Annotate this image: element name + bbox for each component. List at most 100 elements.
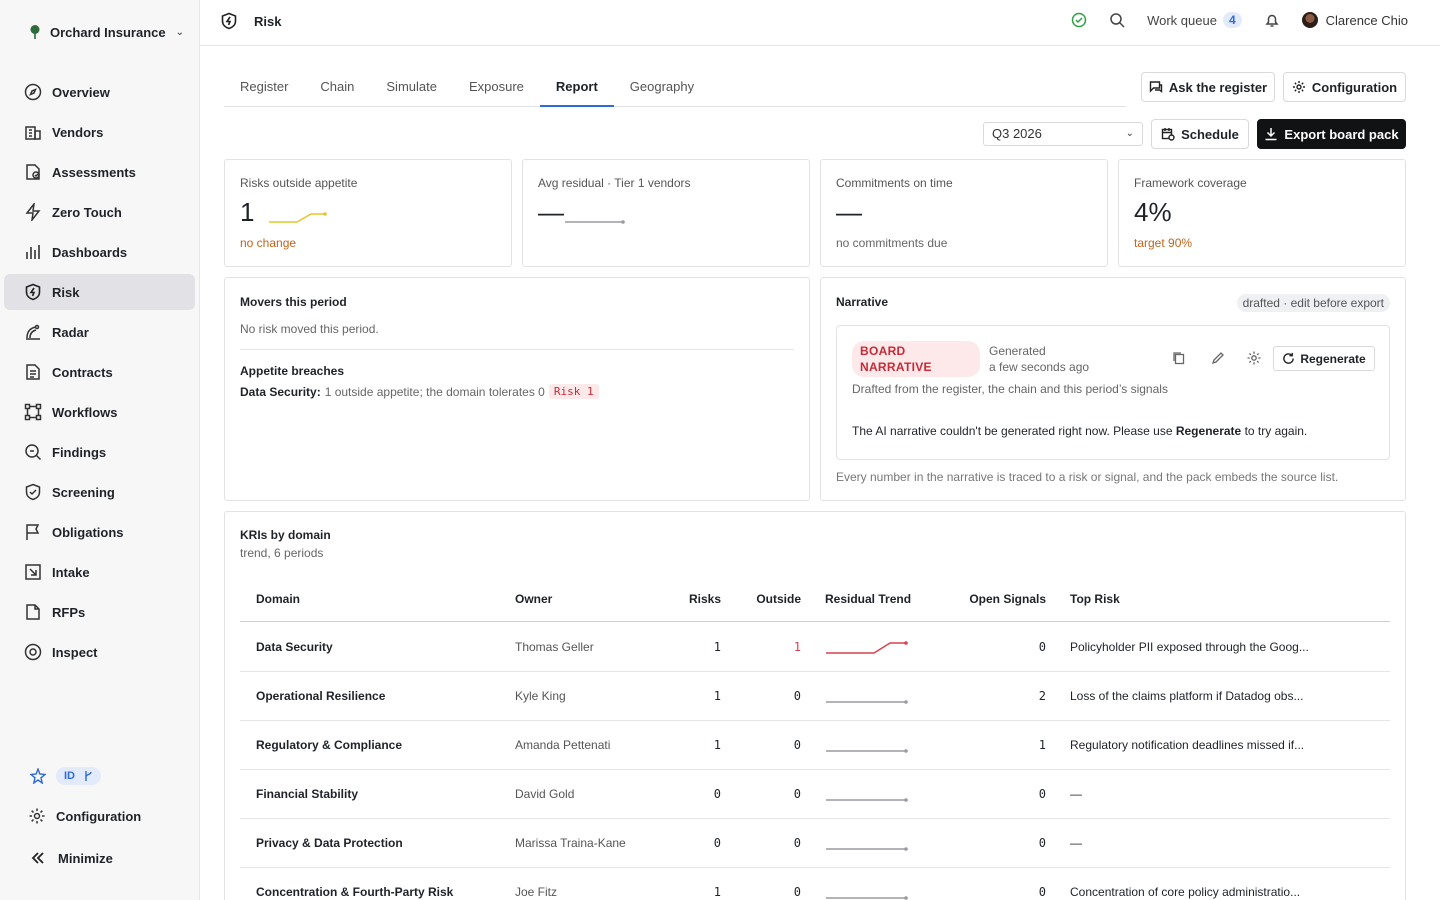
column-header-open-signals[interactable]: Open Signals bbox=[930, 576, 1046, 621]
user-menu[interactable]: Clarence Chio bbox=[1301, 12, 1408, 28]
cell-owner: Amanda Pettenati bbox=[515, 738, 611, 752]
tab-register[interactable]: Register bbox=[224, 66, 304, 107]
error-suffix: to try again. bbox=[1244, 424, 1308, 438]
table-row[interactable]: Privacy & Data Protection Marissa Traina-… bbox=[240, 819, 1390, 868]
regenerate-label: Regenerate bbox=[1300, 351, 1366, 366]
sidebar-item-findings[interactable]: Findings bbox=[4, 434, 195, 470]
kpi-sub: target 90% bbox=[1134, 236, 1193, 250]
bell-icon[interactable] bbox=[1264, 12, 1280, 28]
error-regenerate-link[interactable]: Regenerate bbox=[1176, 424, 1241, 438]
sidebar: Orchard Insurance ⌄ Overview Vendors Ass… bbox=[0, 0, 200, 900]
tab-exposure[interactable]: Exposure bbox=[453, 66, 540, 107]
org-switcher[interactable]: Orchard Insurance ⌄ bbox=[28, 22, 184, 42]
radar-icon bbox=[26, 324, 40, 340]
column-header-domain[interactable]: Domain bbox=[256, 576, 300, 621]
avatar bbox=[1301, 12, 1318, 28]
chevron-down-icon: ⌄ bbox=[175, 26, 184, 38]
sparkle-star-icon[interactable] bbox=[30, 768, 46, 784]
table-row[interactable]: Operational Resilience Kyle King 1 0 2 Loss o… bbox=[240, 672, 1390, 721]
tab-simulate[interactable]: Simulate bbox=[370, 66, 453, 107]
sidebar-item-obligations[interactable]: Obligations bbox=[4, 514, 195, 550]
sparkline-end-dot bbox=[621, 220, 625, 224]
cell-open-signals: 1 bbox=[1038, 738, 1046, 752]
work-queue-count: 4 bbox=[1222, 12, 1242, 28]
kpi-label: Framework coverage bbox=[1134, 176, 1247, 190]
work-queue-button[interactable]: Work queue 4 bbox=[1147, 12, 1242, 28]
sidebar-item-overview[interactable]: Overview bbox=[4, 74, 195, 110]
breach-domain: Data Security: bbox=[240, 384, 321, 399]
column-header-owner[interactable]: Owner bbox=[515, 576, 552, 621]
sidebar-item-intake[interactable]: Intake bbox=[4, 554, 195, 590]
sidebar-item-contracts[interactable]: Contracts bbox=[4, 354, 195, 390]
column-header-top-risk[interactable]: Top Risk bbox=[1070, 576, 1120, 621]
tab-report[interactable]: Report bbox=[539, 66, 614, 107]
sidebar-item-screening[interactable]: Screening bbox=[4, 474, 195, 510]
cell-risks: 1 bbox=[713, 689, 721, 703]
cell-domain: Concentration & Fourth-Party Risk bbox=[256, 885, 454, 899]
schedule-button[interactable]: Schedule bbox=[1151, 119, 1249, 149]
cell-top-risk: Regulatory notification deadlines missed… bbox=[1070, 738, 1305, 752]
shield-bolt-icon bbox=[221, 12, 237, 30]
sidebar-item-label: Obligations bbox=[52, 524, 124, 540]
cell-top-risk: — bbox=[1070, 787, 1082, 801]
id-badge[interactable]: ID bbox=[56, 767, 101, 785]
sparkline-end-dot bbox=[904, 641, 908, 645]
gear-icon[interactable] bbox=[1246, 350, 1262, 366]
appetite-breaches-title: Appetite breaches bbox=[240, 364, 345, 378]
sidebar-item-dashboards[interactable]: Dashboards bbox=[4, 234, 195, 270]
export-board-pack-button[interactable]: Export board pack bbox=[1257, 119, 1406, 149]
sidebar-item-inspect[interactable]: Inspect bbox=[4, 634, 195, 670]
sidebar-item-label: Radar bbox=[52, 324, 89, 340]
cell-open-signals: 2 bbox=[1038, 689, 1046, 703]
sidebar-item-label: Overview bbox=[52, 84, 110, 100]
sidebar-item-risk[interactable]: Risk bbox=[4, 274, 195, 310]
search-icon[interactable] bbox=[1109, 12, 1125, 28]
magnifier-doc-icon bbox=[25, 444, 42, 461]
sidebar-item-assessments[interactable]: Assessments bbox=[4, 154, 195, 190]
schedule-label: Schedule bbox=[1181, 126, 1239, 142]
table-row[interactable]: Data Security Thomas Geller 1 1 0 Policyholde… bbox=[240, 623, 1390, 672]
sparkline-end-dot bbox=[904, 896, 908, 900]
cell-domain: Financial Stability bbox=[256, 787, 359, 801]
table-row[interactable]: Regulatory & Compliance Amanda Pettenati 1… bbox=[240, 721, 1390, 770]
kpi-value: — bbox=[836, 197, 862, 227]
column-header-risks[interactable]: Risks bbox=[660, 576, 721, 621]
table-row[interactable]: Concentration & Fourth-Party Risk Joe Fit… bbox=[240, 868, 1390, 900]
page-title: Risk bbox=[254, 13, 282, 29]
double-chevron-left-icon bbox=[31, 852, 44, 864]
tab-geography[interactable]: Geography bbox=[614, 66, 710, 107]
sidebar-item-rfps[interactable]: RFPs bbox=[4, 594, 195, 630]
cell-open-signals: 0 bbox=[1038, 836, 1046, 850]
kri-subtitle: trend, 6 periods bbox=[240, 546, 324, 560]
risk-chip[interactable]: Risk 1 bbox=[548, 384, 599, 399]
shield-check-icon bbox=[25, 483, 41, 501]
regenerate-button[interactable]: Regenerate bbox=[1273, 346, 1375, 371]
configuration-button[interactable]: Configuration bbox=[1283, 72, 1406, 102]
sidebar-item-workflows[interactable]: Workflows bbox=[4, 394, 195, 430]
sidebar-item-vendors[interactable]: Vendors bbox=[4, 114, 195, 150]
sidebar-configuration[interactable]: Configuration bbox=[0, 804, 200, 828]
narrative-footnote: Every number in the narrative is traced … bbox=[836, 470, 1339, 484]
table-row[interactable]: Financial Stability David Gold 0 0 0 — bbox=[240, 770, 1390, 819]
ask-register-button[interactable]: Ask the register bbox=[1141, 72, 1275, 102]
sparkline-line bbox=[269, 213, 325, 223]
status-check-icon[interactable] bbox=[1071, 12, 1087, 28]
sidebar-item-radar[interactable]: Radar bbox=[4, 314, 195, 350]
sidebar-minimize[interactable]: Minimize bbox=[0, 846, 200, 870]
pencil-icon[interactable] bbox=[1210, 350, 1226, 366]
column-header-residual-trend[interactable]: Residual Trend bbox=[825, 576, 911, 621]
kpi-sub: no commitments due bbox=[836, 236, 948, 250]
residual-trend-sparkline bbox=[826, 700, 908, 704]
copy-icon[interactable] bbox=[1171, 350, 1187, 366]
sidebar-item-zero-touch[interactable]: Zero Touch bbox=[4, 194, 195, 230]
cell-owner: Thomas Geller bbox=[515, 640, 594, 654]
divider bbox=[240, 349, 794, 350]
movers-card: Movers this period No risk moved this pe… bbox=[224, 277, 810, 501]
gear-icon bbox=[1292, 81, 1305, 93]
cell-open-signals: 0 bbox=[1038, 787, 1046, 801]
sidebar-item-label: Dashboards bbox=[52, 244, 128, 260]
tab-chain[interactable]: Chain bbox=[304, 66, 370, 107]
period-select[interactable]: Q3 2026 ⌄ bbox=[983, 122, 1143, 146]
download-icon bbox=[1265, 128, 1277, 141]
column-header-outside[interactable]: Outside bbox=[730, 576, 801, 621]
